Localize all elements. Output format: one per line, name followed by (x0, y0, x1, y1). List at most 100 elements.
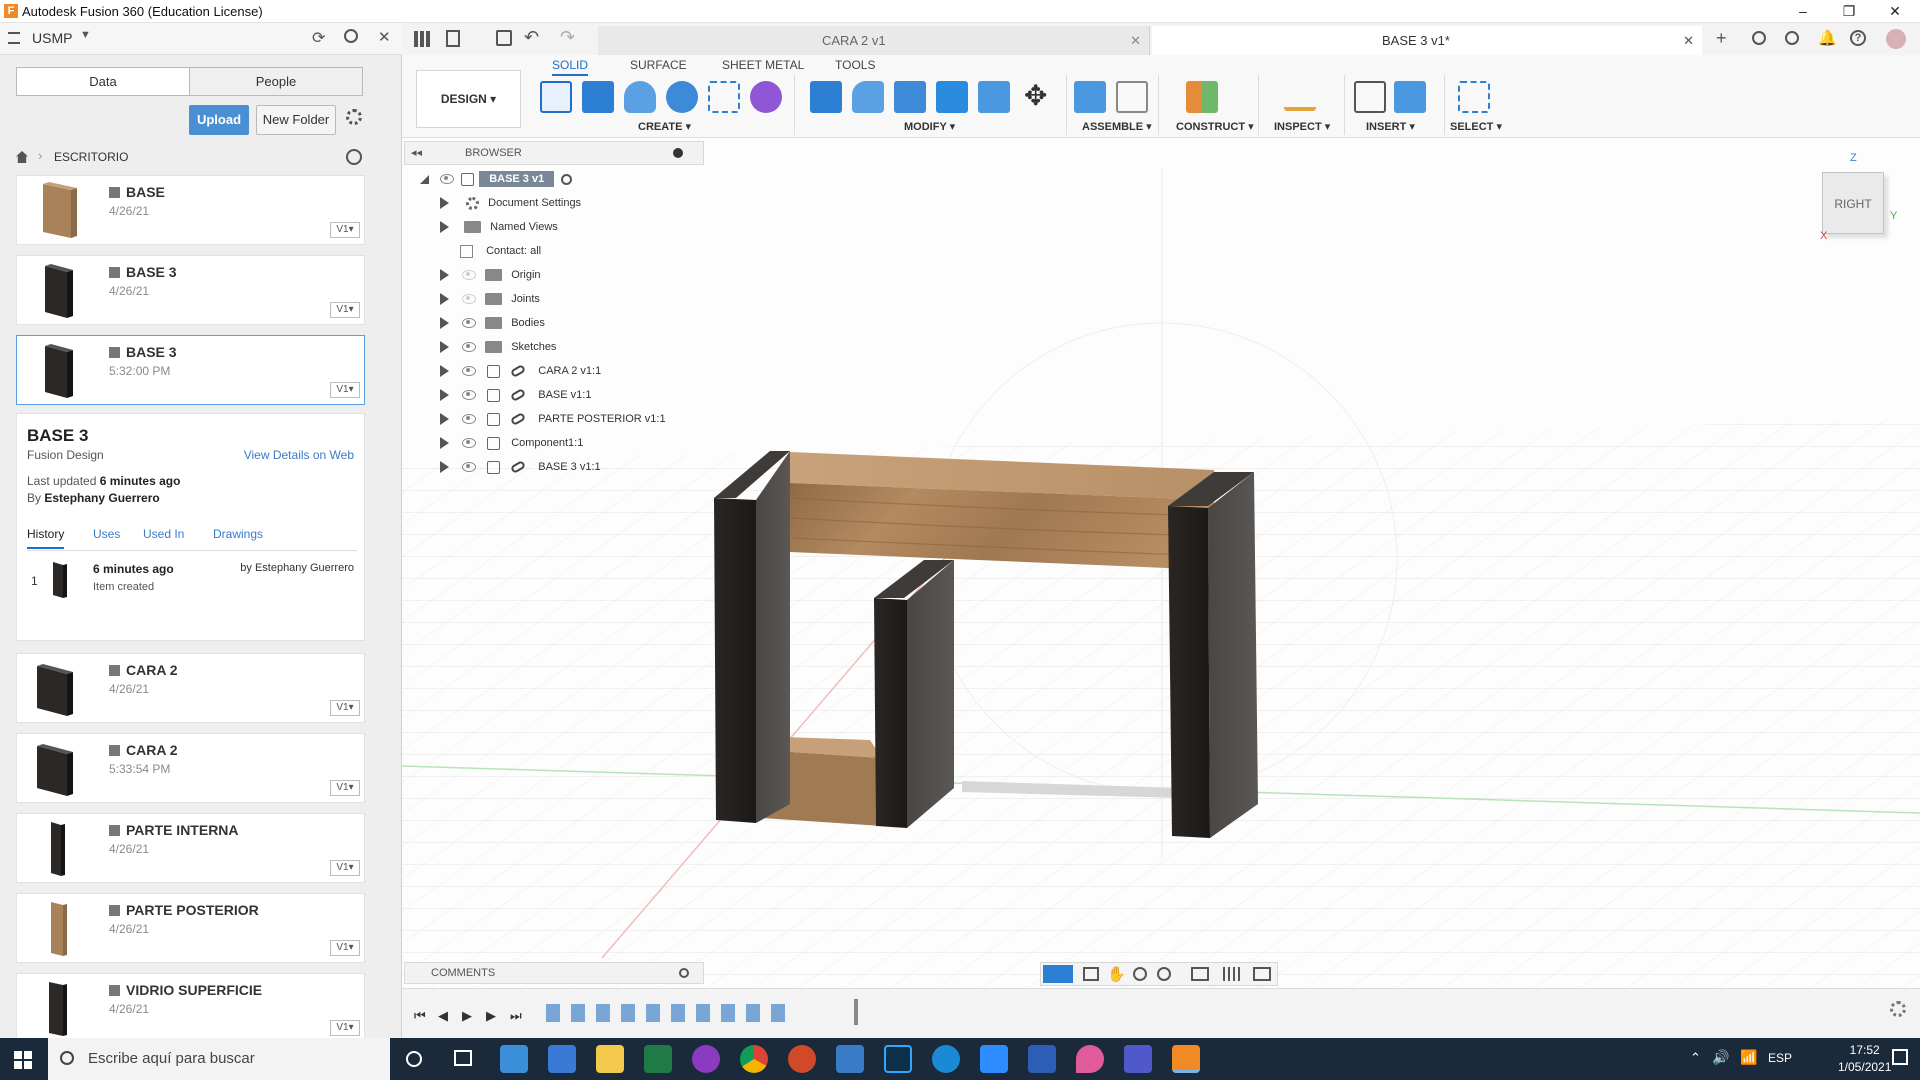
chevron-down-icon[interactable]: ▼ (80, 29, 91, 41)
version-dropdown[interactable]: V1▾ (330, 1020, 360, 1036)
file-card-parte-posterior[interactable]: PARTE POSTERIOR 4/26/21 V1▾ (16, 893, 365, 963)
windows-start-icon[interactable] (14, 1051, 32, 1069)
expand-icon[interactable] (440, 197, 449, 210)
chrome-icon[interactable] (740, 1045, 768, 1073)
step-forward-icon[interactable]: ▶ (486, 1008, 496, 1024)
visibility-eye-icon[interactable] (462, 366, 477, 377)
extensions-icon[interactable] (1752, 31, 1766, 45)
expand-icon[interactable] (440, 437, 449, 450)
viewports-icon[interactable] (1253, 967, 1271, 981)
search-icon[interactable] (344, 29, 358, 43)
fillet-icon[interactable] (852, 81, 884, 113)
visibility-eye-icon[interactable] (462, 342, 477, 353)
tab-used-in[interactable]: Used In (143, 527, 184, 541)
teams-icon[interactable] (1124, 1045, 1152, 1073)
restore-icon[interactable]: ❐ (1826, 0, 1872, 23)
tab-drawings[interactable]: Drawings (213, 527, 263, 541)
step-back-icon[interactable]: ◀ (438, 1008, 448, 1024)
browser-header[interactable]: ◂◂ BROWSER (404, 141, 704, 165)
visibility-eye-icon[interactable] (462, 294, 477, 305)
insert-menu[interactable]: INSERT ▾ (1366, 120, 1415, 133)
expand-icon[interactable] (440, 269, 449, 282)
tree-item-contact[interactable]: Contact: all (460, 239, 541, 263)
timeline-settings-gear-icon[interactable] (1890, 1001, 1906, 1017)
new-folder-button[interactable]: New Folder (256, 105, 336, 135)
expand-icon[interactable] (440, 389, 449, 402)
file-menu-icon[interactable] (446, 30, 460, 47)
version-dropdown[interactable]: V1▾ (330, 302, 360, 318)
tree-item-named-views[interactable]: Named Views (440, 215, 558, 239)
store-icon[interactable] (836, 1045, 864, 1073)
form-icon[interactable] (750, 81, 782, 113)
grid-apps-icon[interactable] (414, 31, 430, 47)
tree-item-base-3[interactable]: BASE 3 v1:1 (440, 455, 601, 479)
tab-surface[interactable]: SURFACE (630, 58, 687, 72)
clock[interactable]: 17:52 1/05/2021 (1838, 1042, 1891, 1076)
notification-center-icon[interactable] (1892, 1049, 1908, 1065)
tab-data[interactable]: Data (16, 67, 190, 96)
shell-icon[interactable] (894, 81, 926, 113)
doc-tab-cara-2[interactable]: CARA 2 v1 ✕ (598, 26, 1150, 55)
pin-icon[interactable] (673, 148, 683, 158)
tab-tools[interactable]: TOOLS (835, 58, 875, 72)
create-sketch-icon[interactable] (540, 81, 572, 113)
decal-image-icon[interactable] (1394, 81, 1426, 113)
version-dropdown[interactable]: V1▾ (330, 700, 360, 716)
view-cube[interactable]: RIGHT (1822, 172, 1884, 234)
tab-solid[interactable]: SOLID (552, 58, 589, 76)
combine-icon[interactable] (936, 81, 968, 113)
settings-gear-icon[interactable] (346, 109, 362, 125)
view-details-link[interactable]: View Details on Web (244, 448, 354, 462)
offset-plane-icon[interactable] (1186, 81, 1218, 113)
home-icon[interactable] (16, 151, 28, 163)
expand-icon[interactable] (440, 293, 449, 306)
file-card-base-3[interactable]: BASE 3 4/26/21 V1▾ (16, 255, 365, 325)
tab-uses[interactable]: Uses (93, 527, 120, 541)
help-icon[interactable]: ? (1850, 30, 1866, 46)
close-tab-icon[interactable]: ✕ (1130, 26, 1141, 55)
hole-icon[interactable] (666, 81, 698, 113)
tree-item-joints[interactable]: Joints (440, 287, 540, 311)
visibility-eye-icon[interactable] (440, 174, 455, 185)
new-tab-icon[interactable]: + (1716, 28, 1727, 49)
tree-item-bodies[interactable]: Bodies (440, 311, 545, 335)
version-dropdown[interactable]: V1▾ (330, 780, 360, 796)
wifi-icon[interactable]: 📶 (1740, 1049, 1757, 1066)
file-card-cara-2[interactable]: CARA 2 4/26/21 V1▾ (16, 653, 365, 723)
language-indicator[interactable]: ESP (1768, 1051, 1792, 1065)
workspace-switcher[interactable]: DESIGN ▾ (416, 70, 521, 128)
photoshop-icon[interactable] (884, 1045, 912, 1073)
close-panel-icon[interactable]: ✕ (378, 28, 391, 46)
task-view-icon[interactable] (454, 1050, 472, 1066)
select-menu[interactable]: SELECT ▾ (1450, 120, 1502, 133)
file-card-cara-2-b[interactable]: CARA 2 5:33:54 PM V1▾ (16, 733, 365, 803)
tree-item-origin[interactable]: Origin (440, 263, 541, 287)
tab-sheet-metal[interactable]: SHEET METAL (722, 58, 804, 72)
file-explorer-icon[interactable] (596, 1045, 624, 1073)
revolve-icon[interactable] (624, 81, 656, 113)
tree-item-component1[interactable]: Component1:1 (440, 431, 583, 455)
calculator-icon[interactable] (548, 1045, 576, 1073)
visibility-eye-icon[interactable] (462, 390, 477, 401)
fusion-360-icon[interactable] (1172, 1045, 1200, 1073)
podcasts-icon[interactable] (692, 1045, 720, 1073)
fit-icon[interactable] (1157, 967, 1171, 981)
timeline-marker[interactable] (854, 999, 858, 1025)
expanded-icon[interactable] (420, 174, 429, 184)
excel-icon[interactable] (644, 1045, 672, 1073)
orbit-icon[interactable] (1043, 965, 1073, 983)
insert-derive-icon[interactable] (1354, 81, 1386, 113)
modify-menu[interactable]: MODIFY ▾ (904, 120, 955, 133)
upload-button[interactable]: Upload (189, 105, 249, 135)
doc-tab-base-3[interactable]: BASE 3 v1* ✕ (1152, 26, 1702, 55)
file-card-vidrio-superficie[interactable]: VIDRIO SUPERFICIE 4/26/21 V1▾ (16, 973, 365, 1043)
timeline-features[interactable] (546, 1004, 796, 1022)
notifications-bell-icon[interactable]: 🔔 (1818, 29, 1837, 47)
volume-icon[interactable]: 🔊 (1712, 1049, 1729, 1066)
visibility-eye-icon[interactable] (462, 462, 477, 473)
taskbar-search-input[interactable]: Escribe aquí para buscar (48, 1038, 390, 1080)
construct-menu[interactable]: CONSTRUCT ▾ (1176, 120, 1254, 133)
collapse-icon[interactable]: ◂◂ (411, 142, 422, 164)
move-icon[interactable]: ✥ (1020, 80, 1052, 113)
inspect-menu[interactable]: INSPECT ▾ (1274, 120, 1330, 133)
